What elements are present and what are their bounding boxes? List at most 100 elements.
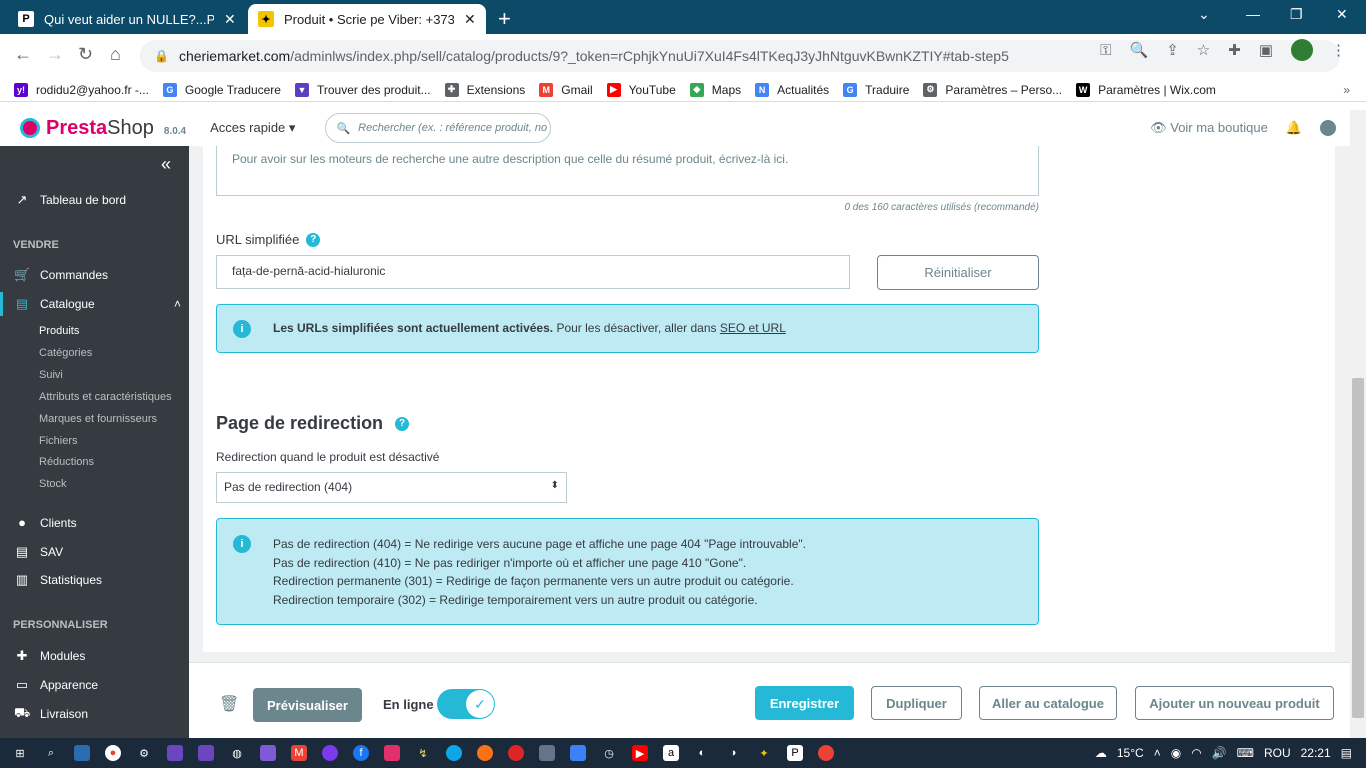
clock-icon[interactable]: ◷ [601,745,617,761]
sidebar-subitem-discounts[interactable]: Réductions [39,456,94,468]
language-indicator[interactable]: ROU [1264,746,1291,760]
bell-icon[interactable]: 🔔 [1286,120,1302,136]
desktop-icon[interactable] [74,745,90,761]
key-icon[interactable]: ⚿ [1100,42,1111,59]
sidebar-item-orders[interactable]: 🛒 Commandes [0,267,189,283]
bookmark-youtube[interactable]: ▶ YouTube [606,82,676,97]
account-icon[interactable] [1320,120,1336,136]
redirect-type-select[interactable]: Pas de redirection (404) ⬍ [216,472,567,503]
share-icon[interactable]: ⇪ [1166,41,1179,59]
save-button[interactable]: Enregistrer [755,686,854,720]
sidebar-subitem-categories[interactable]: Catégories [39,347,92,359]
stocks-icon[interactable]: ↯ [415,745,431,761]
prestashop-logo[interactable]: PrestaShop 8.0.4 [20,117,186,140]
view-shop-link[interactable]: 👁 Voir ma boutique [1150,120,1268,136]
star-icon[interactable]: ☆ [1197,41,1210,59]
edge-icon[interactable] [446,745,462,761]
mail-icon[interactable] [260,745,276,761]
sidebar-item-sav[interactable]: ▤ SAV [0,544,189,560]
firefox-icon[interactable] [477,745,493,761]
chevron-up-icon[interactable]: ˄ [1154,746,1161,760]
volume-icon[interactable]: 🔊 [1212,746,1227,760]
wifi-icon[interactable]: ◠ [1191,746,1201,760]
add-new-product-button[interactable]: Ajouter un nouveau produit [1135,686,1334,720]
seo-url-link[interactable]: SEO et URL [720,321,786,335]
prestashop-icon[interactable]: ✦ [756,745,772,761]
weather-icon[interactable]: ☁ [1095,746,1107,760]
sidebar-item-modules[interactable]: ✚ Modules [0,648,189,664]
menu-icon[interactable]: ⋮ [1331,41,1346,59]
calendar-icon[interactable] [570,745,586,761]
back-icon[interactable]: ← [14,44,32,65]
home-icon[interactable]: ⌂ [110,44,121,65]
duplicate-button[interactable]: Dupliquer [871,686,962,720]
keyboard-icon[interactable]: ⌨ [1237,746,1254,760]
tab-search-chevron-icon[interactable]: ⌄ [1198,6,1210,23]
bookmark-extensions[interactable]: ✚ Extensions [444,82,525,97]
browser-tab-active[interactable]: ✦ Produit • Scrie pe Viber: +373 (0) ✕ [248,4,486,34]
sidebar-item-shipping[interactable]: ⛟ Livraison [0,705,189,723]
sidebar-subitem-products[interactable]: Produits [39,325,79,337]
calculator-icon[interactable] [539,745,555,761]
instagram-icon[interactable] [384,745,400,761]
sidebar-item-stats[interactable]: ▥ Statistiques [0,572,189,588]
settings-icon[interactable]: ⚙ [136,745,152,761]
new-tab-icon[interactable]: + [498,6,511,32]
sidepanel-icon[interactable]: ▣ [1259,41,1273,59]
close-window-icon[interactable]: ✕ [1336,6,1348,23]
collapse-sidebar-icon[interactable]: « [161,154,171,175]
profile-avatar[interactable] [1291,39,1313,61]
page-scrollbar[interactable] [1350,110,1366,738]
trash-icon[interactable]: 🗑 [219,694,239,714]
bookmark-gmail[interactable]: M Gmail [539,82,593,97]
opera-icon[interactable] [508,745,524,761]
browser-tab[interactable]: P Qui veut aider un NULLE?...Page p ✕ [8,4,246,34]
zoom-icon[interactable]: 🔍 [1130,41,1149,59]
app-icon[interactable] [198,745,214,761]
globe-icon[interactable]: ◍ [229,745,245,761]
bookmark-yahoo[interactable]: y! rodidu2@yahoo.fr -... [14,82,149,97]
chrome-active-icon[interactable] [818,745,834,761]
sidebar-subitem-files[interactable]: Fichiers [39,435,78,447]
search-icon[interactable]: ⌕ [43,745,59,761]
bookmark-trouver[interactable]: ▼ Trouver des produit... [294,82,431,97]
chrome-icon[interactable]: ● [105,745,121,761]
bookmark-maps[interactable]: ◆ Maps [689,82,741,97]
minimize-icon[interactable]: — [1246,6,1260,22]
notifications-icon[interactable]: ▤ [1341,746,1352,760]
bookmark-actualites[interactable]: N Actualités [755,82,829,97]
friendly-url-input[interactable]: fața-de-pernă-acid-hialuronic [216,255,850,289]
sidebar-item-customers[interactable]: ● Clients [0,515,189,530]
extensions-icon[interactable]: ✚ [1228,41,1241,59]
forward-icon[interactable]: → [46,44,64,65]
reload-icon[interactable]: ↻ [78,44,93,65]
close-tab-icon[interactable]: ✕ [224,11,236,28]
bookmark-parametres[interactable]: ⚙ Paramètres – Perso... [923,82,1062,97]
help-icon[interactable]: ? [395,416,410,431]
more-bookmarks-icon[interactable]: » [1343,83,1350,97]
restore-icon[interactable]: ❐ [1290,6,1303,23]
clock-time[interactable]: 22:21 [1301,746,1331,760]
help-icon[interactable]: ? [306,232,321,247]
sidebar-item-dashboard[interactable]: ↗ Tableau de bord [0,192,189,208]
meta-description-textarea[interactable]: Pour avoir sur les moteurs de recherche … [216,146,1039,196]
windows-start-icon[interactable]: ⊞ [12,745,28,761]
app-icon[interactable] [167,745,183,761]
app-icon[interactable]: ◑ [725,745,741,761]
quick-access-dropdown[interactable]: Acces rapide ▾ [210,120,295,136]
search-input[interactable]: 🔍 Rechercher (ex. : référence produit, n… [325,113,552,143]
sidebar-subitem-brands[interactable]: Marques et fournisseurs [39,413,157,425]
page-icon[interactable]: P [787,745,803,761]
preview-button[interactable]: Prévisualiser [253,688,362,722]
go-to-catalog-button[interactable]: Aller au catalogue [979,686,1117,720]
network-icon[interactable]: ◉ [1171,746,1181,760]
bookmark-wix[interactable]: W Paramètres | Wix.com [1076,82,1216,97]
bookmark-traduire[interactable]: G Traduire [843,82,909,97]
sidebar-subitem-monitoring[interactable]: Suivi [39,369,63,381]
viber-icon[interactable] [322,745,338,761]
gmail-icon[interactable]: M [291,745,307,761]
sidebar-subitem-attributes[interactable]: Attributs et caractéristiques [39,391,172,403]
bookmark-google-traducere[interactable]: G Google Traducere [162,82,281,97]
sidebar-item-appearance[interactable]: ▭ Apparence [0,677,189,693]
close-tab-icon[interactable]: ✕ [464,11,476,28]
